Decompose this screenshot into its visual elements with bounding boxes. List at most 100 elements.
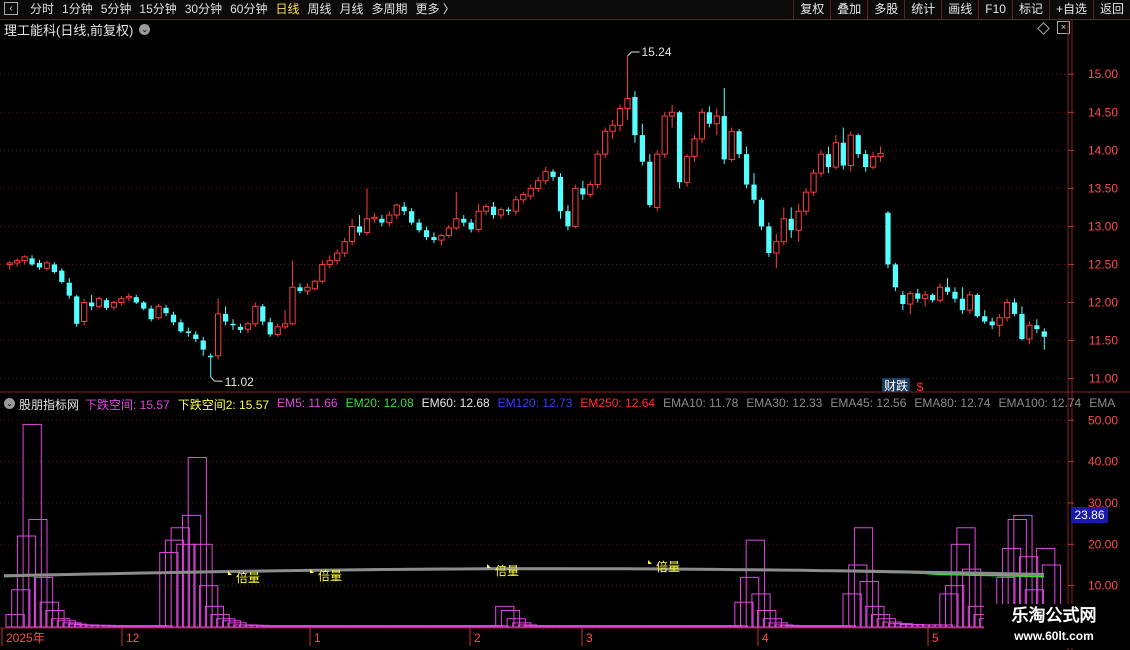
candle-body [74,296,80,324]
indicator-axis-label: 20.00 [1088,537,1118,551]
candle-body [461,218,467,223]
candle-body [66,282,72,296]
candle [103,297,110,311]
candle-body [550,171,556,177]
candle-body [661,115,668,155]
volume-bar [204,605,225,628]
candle-body [676,112,683,183]
volume-bar [876,618,896,628]
high-price-label: 15.24 [641,45,671,59]
candle [59,268,65,284]
candle-body [892,264,899,288]
price-chart[interactable]: 15.00 14.50 14.00 13.50 13.00 12.50 12.00 11.50… [0,0,1130,650]
candle [751,173,757,204]
candle-body [110,302,118,308]
volume-bar [164,539,185,628]
volume-bar [870,614,891,628]
candle-body [482,206,490,212]
candle-body [260,306,266,322]
candle [141,300,147,311]
candle-body [721,116,727,160]
candle-body [371,216,378,220]
candle [170,311,177,326]
candle [616,104,624,132]
volume-bar [962,568,982,628]
candle-body [847,134,854,167]
volume-bar [939,593,959,628]
high-marker [627,51,640,57]
candle-body [6,262,13,265]
candle [840,127,846,170]
candle [966,291,973,314]
candle [416,218,422,233]
price-axis-label: 11.00 [1089,372,1118,386]
volume-bar [853,527,874,628]
candle [497,207,505,219]
indicator-value-0: 下跌空间: 15.57 [85,398,170,412]
candle-body [855,135,861,155]
volume-bar [945,585,965,628]
time-axis-label: 12 [126,631,140,645]
candle-body [230,323,236,326]
candle-body [274,326,281,335]
volume-bar [734,601,754,628]
candle [148,305,154,322]
candle-body [594,153,601,186]
watermark-title: 乐淘公式网 [1011,606,1097,625]
candle-body [252,305,259,325]
indicator-value-12: EMA [1089,396,1116,410]
candle [512,195,519,215]
candle-body [780,218,787,243]
candle [110,300,118,311]
candle-body [974,294,980,317]
volume-marker-label: 倍量 [318,568,342,583]
candle-body [751,184,757,200]
candle-body [133,297,139,303]
candle [706,106,712,128]
candle [609,119,616,139]
candle [550,169,556,181]
indicator-axis-label: 40.00 [1088,455,1118,469]
candle [95,296,103,309]
candle [208,353,214,378]
candle [468,218,474,233]
volume-bar [848,564,868,628]
indicator-name[interactable]: 股朋指标网 [19,396,79,412]
candle-body [602,130,609,155]
candle [118,296,125,306]
candle-body [103,300,110,308]
candle-body [445,227,452,237]
candle [594,150,601,189]
candle-body [691,138,698,157]
candle-body [1026,324,1033,340]
candle-body [840,142,846,166]
candle [952,287,958,303]
candle [580,180,586,200]
candle-body [825,154,832,168]
candle-body [654,153,661,208]
volume-bar [882,621,902,628]
candle [21,255,28,265]
candle-body [21,256,28,262]
candle [736,129,742,158]
candle [14,258,21,267]
candle [959,287,966,314]
low-price-label: 11.02 [225,375,254,389]
candle [698,108,706,143]
candle [810,169,817,196]
chevron-down-icon[interactable]: ⌄ [4,398,15,409]
candle-body [215,313,222,357]
candle [647,154,653,208]
indicator-value-6: EM250: 12.64 [580,396,656,410]
candle-body [81,302,88,323]
candle [885,211,891,269]
candle [438,234,445,246]
candle [461,215,467,227]
volume-bar [187,456,207,628]
candle [825,146,832,174]
candle [386,211,393,227]
candle [393,203,400,219]
candle [557,173,564,219]
candle-body [356,226,363,233]
candle-body [572,187,579,227]
